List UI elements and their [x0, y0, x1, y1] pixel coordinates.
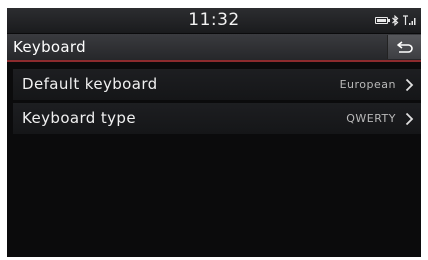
head-unit-screen: 11:32 Keyboard Default keyboard European…	[7, 8, 421, 257]
list-item-label: Default keyboard	[22, 75, 158, 93]
list-item-keyboard-type[interactable]: Keyboard type QWERTY	[13, 103, 421, 134]
back-button[interactable]	[387, 35, 421, 59]
list-item-label: Keyboard type	[22, 109, 136, 127]
bluetooth-icon	[392, 15, 399, 26]
keyboard-settings-list: Default keyboard European Keyboard type …	[13, 69, 421, 137]
list-item-value: QWERTY	[346, 112, 396, 125]
title-bar: Keyboard	[7, 34, 421, 62]
list-item-default-keyboard[interactable]: Default keyboard European	[13, 69, 421, 100]
status-bar: 11:32	[7, 8, 421, 33]
battery-icon	[375, 17, 390, 24]
list-item-value: European	[339, 78, 396, 91]
chevron-right-icon	[405, 78, 414, 92]
back-arrow-icon	[396, 41, 413, 53]
status-clock: 11:32	[188, 10, 240, 30]
signal-icon	[403, 15, 416, 25]
chevron-right-icon	[405, 112, 414, 126]
page-title: Keyboard	[13, 38, 86, 56]
status-icons	[375, 14, 417, 27]
